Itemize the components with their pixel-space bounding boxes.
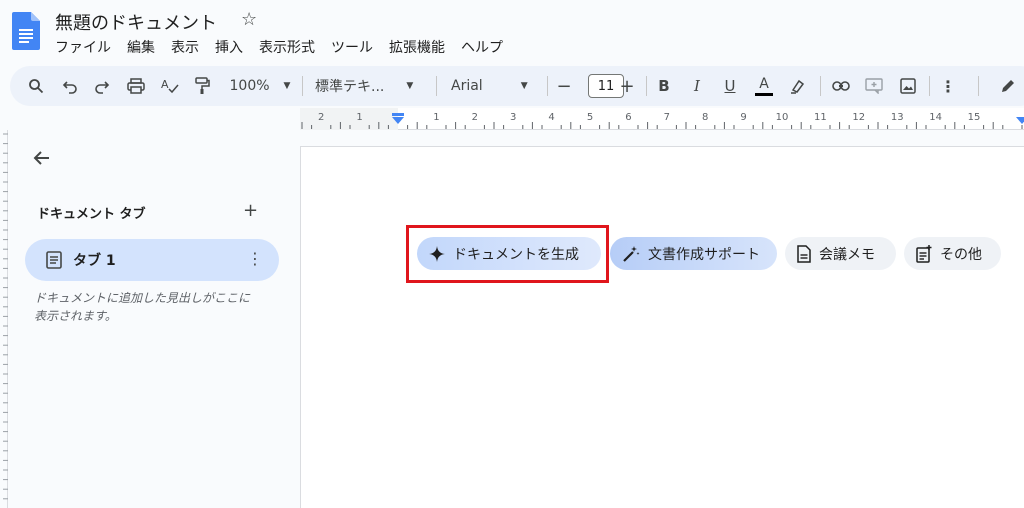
right-indent-marker[interactable]: [1016, 117, 1024, 124]
font-value: Arial: [451, 78, 483, 94]
vertical-ruler-ticks: [3, 133, 8, 500]
tabs-hint-text: ドキュメントに追加した見出しがここに表示されます。: [34, 291, 251, 323]
style-select[interactable]: 標準テキ... ▼: [315, 66, 427, 106]
ruler-label: 8: [702, 112, 708, 123]
back-arrow-icon[interactable]: [32, 148, 52, 168]
style-value: 標準テキ...: [315, 79, 385, 95]
meeting-notes-label: 会議メモ: [819, 246, 875, 263]
zoom-value: 100%: [229, 78, 270, 94]
horizontal-ruler[interactable]: 2 1 1 2 3 4 5 6 7 8 9 10 11 12 13 14 15: [300, 108, 1024, 130]
document-add-icon: [916, 244, 932, 263]
menu-insert[interactable]: 挿入: [215, 37, 243, 57]
meeting-notes-chip[interactable]: 会議メモ: [785, 237, 896, 270]
tab-label: タブ 1: [73, 253, 116, 269]
add-tab-icon[interactable]: +: [243, 200, 258, 221]
magic-pen-icon: [622, 245, 640, 263]
menu-edit[interactable]: 編集: [127, 37, 155, 57]
insert-link-icon[interactable]: [829, 66, 853, 106]
text-color-icon[interactable]: A: [753, 66, 775, 106]
divider: [436, 76, 437, 96]
font-select[interactable]: Arial ▼: [451, 66, 541, 106]
menu-bar: ファイル 編集 表示 挿入 表示形式 ツール 拡張機能 ヘルプ: [55, 37, 503, 57]
redo-icon[interactable]: [90, 66, 114, 106]
menu-help[interactable]: ヘルプ: [461, 37, 503, 57]
document-icon: [797, 244, 811, 263]
divider: [302, 76, 303, 96]
menu-tools[interactable]: ツール: [331, 37, 373, 57]
ruler-label: 10: [776, 112, 789, 123]
chevron-down-icon: ▼: [520, 81, 528, 91]
document-tab-icon: [46, 251, 62, 269]
divider: [978, 76, 979, 96]
ruler-label: 5: [587, 112, 593, 123]
menu-format[interactable]: 表示形式: [259, 37, 315, 57]
ruler-label: 2: [318, 112, 324, 123]
zoom-select[interactable]: 100% ▼: [225, 66, 295, 106]
document-tabs-heading: ドキュメント タブ: [37, 207, 146, 222]
italic-icon[interactable]: I: [687, 66, 707, 106]
tab-more-options-icon[interactable]: ⋮: [247, 249, 263, 268]
editing-mode-pencil-icon[interactable]: [996, 66, 1020, 106]
divider: [547, 76, 548, 96]
writing-assist-label: 文書作成サポート: [648, 246, 760, 263]
add-comment-icon[interactable]: [862, 66, 886, 106]
ruler-margin: [300, 108, 398, 130]
paint-format-icon[interactable]: [190, 66, 214, 106]
docs-logo-icon[interactable]: [12, 12, 40, 50]
ruler-label: 12: [852, 112, 865, 123]
search-menus-icon[interactable]: [24, 66, 48, 106]
first-line-indent-marker[interactable]: [392, 113, 404, 116]
spellcheck-icon[interactable]: A: [158, 66, 182, 106]
chevron-down-icon: ▼: [283, 81, 291, 91]
ruler-label: 6: [625, 112, 631, 123]
menu-extensions[interactable]: 拡張機能: [389, 37, 445, 57]
writing-assist-chip[interactable]: 文書作成サポート: [610, 237, 777, 270]
sidebar-tab-item[interactable]: タブ 1 ⋮: [25, 239, 279, 281]
more-templates-chip[interactable]: その他: [904, 237, 1001, 270]
svg-text:A: A: [161, 78, 169, 91]
ruler-label: 9: [740, 112, 746, 123]
increase-font-size-icon[interactable]: +: [617, 66, 637, 106]
more-templates-label: その他: [940, 246, 982, 263]
ruler-label: 3: [510, 112, 516, 123]
ruler-label: 2: [472, 112, 478, 123]
ruler-label: 1: [433, 112, 439, 123]
bold-icon[interactable]: B: [654, 66, 674, 106]
ruler-label: 11: [814, 112, 827, 123]
undo-icon[interactable]: [58, 66, 82, 106]
decrease-font-size-icon[interactable]: −: [554, 66, 574, 106]
underline-icon[interactable]: U: [720, 66, 740, 106]
document-page[interactable]: [300, 146, 1024, 508]
ruler-label: 7: [664, 112, 670, 123]
ruler-label: 14: [929, 112, 942, 123]
vertical-ruler[interactable]: [0, 130, 8, 508]
ruler-ticks: 2 1 1 2 3 4 5 6 7 8 9 10 11 12 13 14 15: [300, 108, 1024, 130]
document-title[interactable]: 無題のドキュメント: [55, 9, 217, 35]
menu-view[interactable]: 表示: [171, 37, 199, 57]
insert-image-icon[interactable]: [896, 66, 920, 106]
google-docs-window: 無題のドキュメント ☆ ファイル 編集 表示 挿入 表示形式 ツール 拡張機能 …: [0, 0, 1024, 508]
divider: [646, 76, 647, 96]
ruler-label: 13: [891, 112, 904, 123]
red-highlight-box: [406, 225, 609, 283]
menu-file[interactable]: ファイル: [55, 37, 111, 57]
toolbar: A 100% ▼ 標準テキ... ▼ Arial ▼ − 11 + B I U …: [10, 66, 1024, 106]
more-options-icon[interactable]: ⋮: [938, 66, 958, 106]
print-icon[interactable]: [124, 66, 148, 106]
chevron-down-icon: ▼: [406, 81, 414, 91]
ruler-label: 4: [548, 112, 554, 123]
divider: [820, 76, 821, 96]
divider: [929, 76, 930, 96]
ruler-label: 1: [356, 112, 362, 123]
ruler-label: 15: [968, 112, 981, 123]
highlight-color-icon[interactable]: [787, 66, 809, 106]
star-icon[interactable]: ☆: [241, 9, 257, 30]
